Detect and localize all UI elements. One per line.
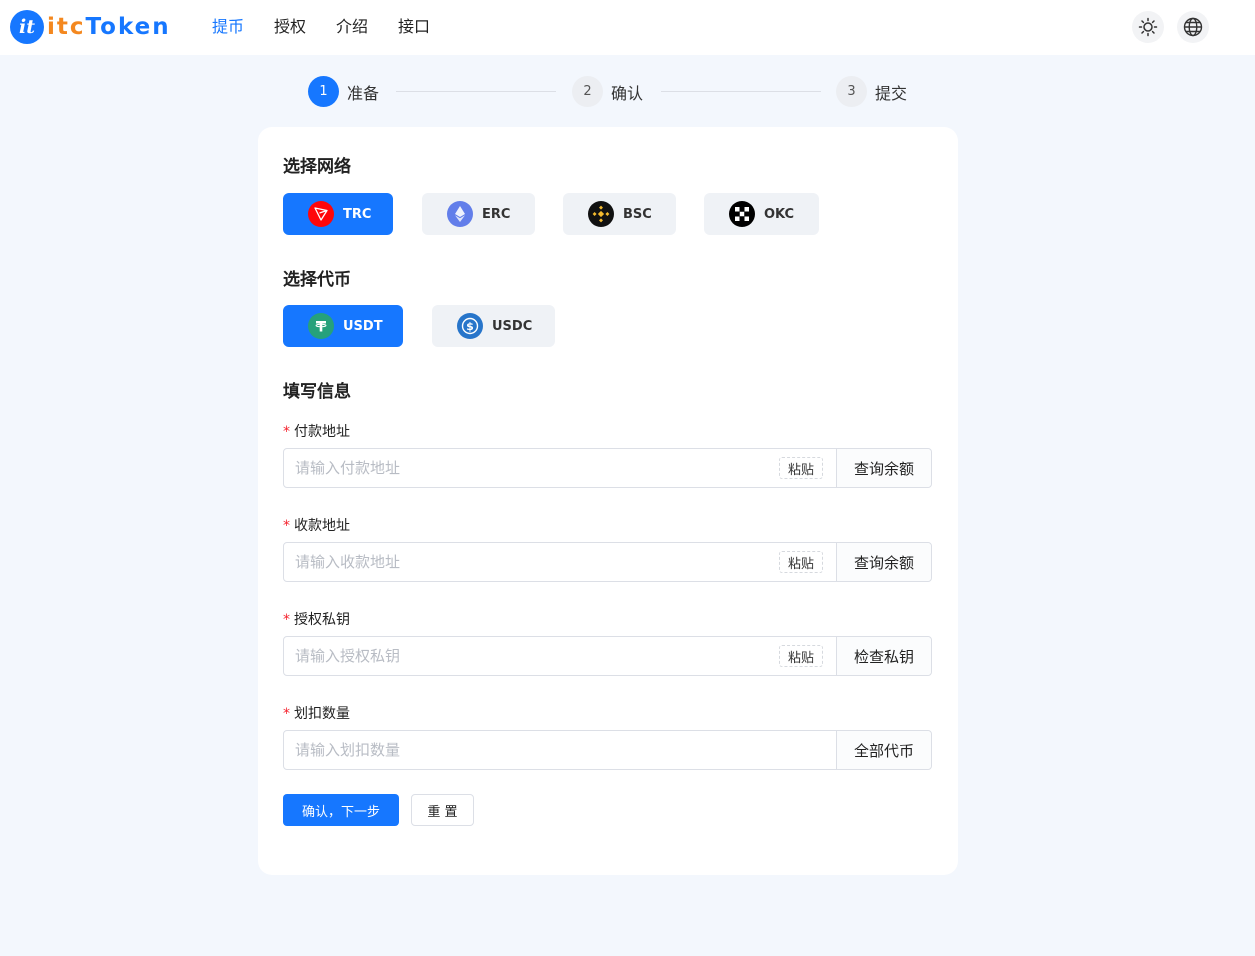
logo-text: itcToken	[47, 14, 171, 40]
nav-item-api[interactable]: 接口	[398, 16, 430, 38]
svg-text:$: $	[466, 320, 474, 333]
nav-item-intro[interactable]: 介绍	[336, 16, 368, 38]
token-label: USDT	[343, 318, 383, 334]
token-label: USDC	[492, 318, 533, 334]
network-label: OKC	[764, 206, 795, 222]
nav-item-authorize[interactable]: 授权	[274, 16, 306, 38]
paste-button[interactable]: 粘贴	[779, 457, 823, 479]
okx-icon	[729, 201, 755, 227]
confirm-next-button[interactable]: 确认，下一步	[283, 794, 399, 826]
network-option-okc[interactable]: OKC	[704, 193, 819, 235]
token-option-usdc[interactable]: $ USDC	[432, 305, 555, 347]
section-title-network: 选择网络	[283, 157, 351, 177]
globe-icon	[1183, 17, 1203, 37]
tether-icon	[308, 313, 334, 339]
step-connector	[661, 91, 821, 92]
query-balance-button[interactable]: 查询余额	[836, 543, 931, 581]
paste-button[interactable]: 粘贴	[779, 645, 823, 667]
payer-address-field: 粘贴 查询余额	[283, 448, 932, 488]
top-header: it itcToken 提币 授权 介绍 接口	[0, 0, 1255, 55]
step-number: 2	[572, 76, 603, 107]
language-button[interactable]	[1177, 11, 1209, 43]
network-option-erc[interactable]: ERC	[422, 193, 535, 235]
network-label: ERC	[482, 206, 511, 222]
step-submit: 3 提交	[836, 76, 907, 107]
all-tokens-button[interactable]: 全部代币	[836, 731, 931, 769]
main-nav: 提币 授权 介绍 接口	[212, 16, 460, 38]
logo[interactable]: it itcToken	[10, 10, 171, 44]
tron-icon	[308, 201, 334, 227]
network-option-trc[interactable]: TRC	[283, 193, 393, 235]
private-key-label: * 授权私钥	[283, 612, 350, 628]
amount-input[interactable]	[284, 731, 836, 769]
receiver-address-input[interactable]	[284, 543, 779, 581]
step-number: 1	[308, 76, 339, 107]
step-indicator: 1 准备 2 确认 3 提交	[308, 76, 908, 107]
payer-address-input[interactable]	[284, 449, 779, 487]
receiver-address-field: 粘贴 查询余额	[283, 542, 932, 582]
section-title-form: 填写信息	[283, 382, 351, 402]
amount-label: * 划扣数量	[283, 706, 350, 722]
step-confirm: 2 确认	[572, 76, 643, 107]
check-key-button[interactable]: 检查私钥	[836, 637, 931, 675]
theme-toggle-button[interactable]	[1132, 11, 1164, 43]
step-prepare: 1 准备	[308, 76, 379, 107]
amount-field: 全部代币	[283, 730, 932, 770]
network-label: TRC	[343, 206, 372, 222]
withdraw-form-card: 选择网络 TRC ERC BSC OKC 选择代币 USDT $ USDC 填写…	[258, 127, 958, 875]
paste-button[interactable]: 粘贴	[779, 551, 823, 573]
step-label: 确认	[611, 83, 644, 103]
step-number: 3	[836, 76, 867, 107]
step-label: 提交	[875, 83, 908, 103]
nav-item-withdraw[interactable]: 提币	[212, 16, 244, 38]
query-balance-button[interactable]: 查询余额	[836, 449, 931, 487]
private-key-field: 粘贴 检查私钥	[283, 636, 932, 676]
token-option-usdt[interactable]: USDT	[283, 305, 403, 347]
section-title-token: 选择代币	[283, 270, 351, 290]
logo-badge: it	[10, 10, 44, 44]
receiver-address-label: * 收款地址	[283, 518, 350, 534]
binance-icon	[588, 201, 614, 227]
ethereum-icon	[447, 201, 473, 227]
network-label: BSC	[623, 206, 652, 222]
payer-address-label: * 付款地址	[283, 424, 350, 440]
reset-button[interactable]: 重 置	[411, 794, 474, 826]
network-option-bsc[interactable]: BSC	[563, 193, 676, 235]
usdc-icon: $	[457, 313, 483, 339]
private-key-input[interactable]	[284, 637, 779, 675]
step-label: 准备	[347, 83, 380, 103]
step-connector	[396, 91, 556, 92]
sun-icon	[1138, 17, 1158, 37]
